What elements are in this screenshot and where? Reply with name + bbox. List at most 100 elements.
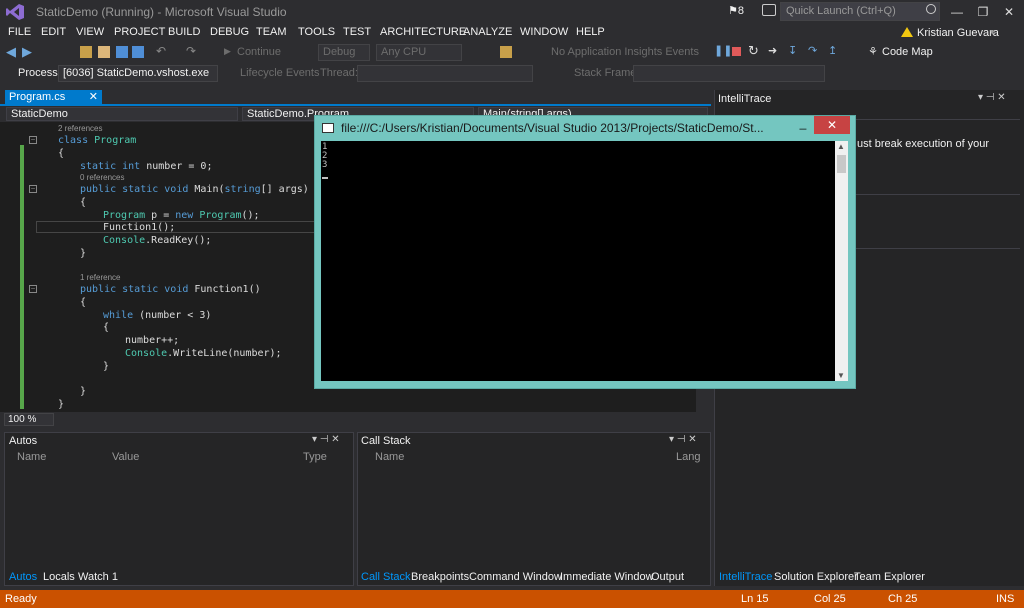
scroll-up-icon[interactable]: ▲ [837,142,845,151]
quick-launch-input[interactable]: Quick Launch (Ctrl+Q) [780,2,940,21]
minimize-button[interactable]: — [944,2,970,22]
project-name: StaticDemo [11,108,68,120]
platform-dropdown[interactable]: Any CPU [376,44,462,61]
menu-project[interactable]: PROJECT [114,26,165,38]
column-name[interactable]: Name [375,451,404,463]
menu-analyze[interactable]: ANALYZE [463,26,512,38]
console-line: 3 [322,160,328,170]
menu-build[interactable]: BUILD [168,26,200,38]
tab-program-cs[interactable]: Program.cs ✕ [5,90,102,104]
process-dropdown[interactable]: [6036] StaticDemo.vshost.exe [58,65,218,82]
panel-menu-icon[interactable]: ▾ ⊣ ✕ [978,92,1006,103]
console-scroll-thumb[interactable] [837,155,846,173]
tab-output[interactable]: Output [651,571,684,583]
stack-frame-dropdown[interactable] [633,65,825,82]
back-arrow-icon[interactable]: ◀ [6,44,16,60]
code-map-icon: ⚘ [868,46,878,58]
restart-icon[interactable]: ↻ [748,43,759,59]
menu-architecture[interactable]: ARCHITECTURE [380,26,466,38]
chevron-down-icon[interactable]: ▾ [990,27,995,38]
collapse-icon[interactable]: − [29,185,37,193]
tab-locals[interactable]: Locals [43,571,75,583]
console-scrollbar[interactable] [835,141,848,381]
codelens-references[interactable]: 1 reference [80,273,120,282]
step-into-icon[interactable]: ↧ [788,44,797,57]
config-dropdown[interactable]: Debug [318,44,370,61]
autos-panel [4,432,354,586]
column-lang[interactable]: Lang [676,451,700,463]
forward-arrow-icon[interactable]: ▶ [22,44,32,60]
menu-team[interactable]: TEAM [256,26,287,38]
codelens-references[interactable]: 0 references [80,173,124,182]
warning-icon [901,27,913,37]
menu-tools[interactable]: TOOLS [298,26,335,38]
console-minimize-button[interactable]: _ [792,116,814,134]
restore-button[interactable]: ❐ [970,2,996,22]
menu-edit[interactable]: EDIT [41,26,66,38]
code-map-button[interactable]: Code Map [882,46,933,58]
keyword: public static void [80,284,189,295]
undo-icon[interactable]: ↶ [156,44,166,58]
project-dropdown[interactable]: StaticDemo [6,107,238,121]
menu-help[interactable]: HELP [576,26,605,38]
column-name[interactable]: Name [17,451,46,463]
panel-menu-icon[interactable]: ▾ ⊣ ✕ [312,434,340,445]
column-value[interactable]: Value [112,451,139,463]
tab-team-explorer[interactable]: Team Explorer [854,571,925,583]
collapse-icon[interactable]: − [29,136,37,144]
close-button[interactable]: ✕ [996,2,1022,22]
tab-command-window[interactable]: Command Window [469,571,562,583]
code-line: { [80,197,87,208]
keyword: public static void [80,184,189,195]
tab-solution-explorer[interactable]: Solution Explorer [774,571,858,583]
redo-icon[interactable]: ↷ [186,44,196,58]
collapse-icon[interactable]: − [29,285,37,293]
open-folder-icon[interactable] [98,46,110,58]
menu-test[interactable]: TEST [343,26,371,38]
column-type[interactable]: Type [303,451,327,463]
zoom-dropdown[interactable]: 100 % [4,413,54,426]
console-app-icon[interactable] [322,123,334,133]
folder-icon[interactable] [500,46,512,58]
pause-icon[interactable]: ❚❚ [714,44,732,57]
stack-frame-label: Stack Frame: [574,67,640,79]
tab-autos[interactable]: Autos [9,571,37,583]
codelens-references[interactable]: 2 references [58,124,102,133]
code-line: static int number = 0; [80,161,213,172]
step-out-icon[interactable]: ↥ [828,44,837,57]
thread-dropdown[interactable] [357,65,533,82]
keyword: static int [80,161,141,172]
menu-debug[interactable]: DEBUG [210,26,249,38]
menu-view[interactable]: VIEW [76,26,104,38]
stop-icon[interactable] [732,47,741,56]
show-next-statement-icon[interactable]: ➜ [768,44,777,57]
user-name[interactable]: Kristian Guevara [917,27,999,39]
menu-window[interactable]: WINDOW [520,26,568,38]
menu-file[interactable]: FILE [8,26,31,38]
code-line: public static void Function1() [80,284,261,295]
tab-watch-1[interactable]: Watch 1 [78,571,118,583]
lifecycle-events-dropdown[interactable]: Lifecycle Events [240,67,319,79]
tab-breakpoints[interactable]: Breakpoints [411,571,469,583]
tab-call-stack[interactable]: Call Stack [361,571,411,583]
code-line: Console.WriteLine(number); [125,348,282,359]
feedback-icon[interactable] [762,4,776,16]
save-all-icon[interactable] [132,46,144,58]
notifications-button[interactable]: ⚑8 [728,4,744,17]
keyword: string [224,184,261,195]
play-icon[interactable]: ▶ [224,46,231,57]
new-project-icon[interactable] [80,46,92,58]
panel-menu-icon[interactable]: ▾ ⊣ ✕ [669,434,697,445]
tab-intellitrace[interactable]: IntelliTrace [719,571,772,583]
continue-button[interactable]: Continue [237,46,281,58]
insights-events[interactable]: No Application Insights Events [551,46,699,58]
console-close-button[interactable]: ✕ [814,116,850,134]
scroll-down-icon[interactable]: ▼ [837,371,845,380]
save-icon[interactable] [116,46,128,58]
thread-label: Thread: [320,67,358,79]
step-over-icon[interactable]: ↷ [808,44,817,57]
console-output-area[interactable] [321,141,835,381]
close-icon[interactable]: ✕ [89,90,98,103]
type-name: Program [199,210,242,221]
tab-immediate-window[interactable]: Immediate Window [560,571,654,583]
